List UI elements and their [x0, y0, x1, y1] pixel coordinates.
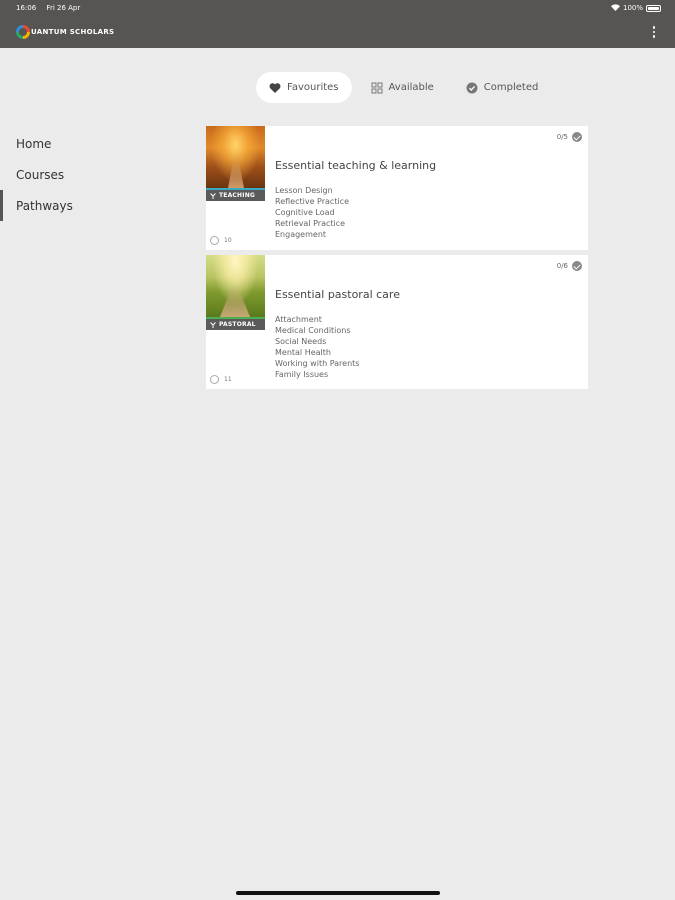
- pathway-progress: 0/5: [557, 132, 582, 142]
- grid-icon: [371, 82, 383, 93]
- pathway-card-pastoral[interactable]: PASTORAL 11 Essential pastoral care Atta…: [206, 255, 588, 389]
- topic-item: Engagement: [275, 230, 327, 239]
- heart-icon: [269, 82, 281, 93]
- pathway-topics: Lesson Design Reflective Practice Cognit…: [275, 185, 588, 240]
- pathway-tag: PASTORAL: [206, 317, 265, 330]
- pathway-image: [206, 126, 265, 188]
- sidebar-item-pathways[interactable]: Pathways: [0, 190, 140, 221]
- filter-label: Completed: [483, 82, 539, 93]
- pathway-details: Essential pastoral care Attachment Medic…: [265, 255, 588, 389]
- topic-item: Attachment: [275, 315, 322, 324]
- battery-icon: [646, 4, 661, 12]
- check-circle-icon: [466, 82, 478, 93]
- wifi-icon: [610, 3, 620, 13]
- home-indicator[interactable]: [236, 891, 440, 895]
- topic-item: Family Issues: [275, 370, 329, 379]
- brand-name: UANTUM SCHOLARS: [31, 28, 115, 36]
- pathway-icon: [210, 192, 216, 199]
- filter-available[interactable]: Available: [358, 72, 447, 103]
- progress-value: 0/5: [556, 133, 568, 141]
- pathway-thumbnail-column: PASTORAL 11: [206, 255, 265, 389]
- pathway-list: TEACHING 10 Essential teaching & learnin…: [206, 126, 588, 394]
- brand-logo[interactable]: UANTUM SCHOLARS: [16, 25, 114, 39]
- topic-item: Cognitive Load: [275, 208, 335, 217]
- sidebar-nav: Home Courses Pathways: [0, 128, 140, 221]
- pathway-topics: Attachment Medical Conditions Social Nee…: [275, 314, 588, 380]
- pathway-progress: 0/6: [557, 261, 582, 271]
- course-count-value: 10: [224, 237, 232, 244]
- pathway-thumbnail-column: TEACHING 10: [206, 126, 265, 250]
- pathway-icon: [210, 321, 216, 328]
- check-circle-icon: [572, 132, 582, 142]
- pathway-title: Essential pastoral care: [275, 288, 400, 301]
- app-bar: UANTUM SCHOLARS: [0, 16, 675, 48]
- pathway-image: [206, 255, 265, 317]
- topic-item: Reflective Practice: [275, 197, 349, 206]
- progress-value: 0/6: [556, 262, 568, 270]
- topic-item: Working with Parents: [275, 359, 360, 368]
- topic-item: Social Needs: [275, 337, 327, 346]
- check-circle-icon: [572, 261, 582, 271]
- course-count: 11: [210, 375, 232, 384]
- filter-label: Available: [388, 82, 434, 93]
- courses-ring-icon: [210, 375, 219, 384]
- sidebar-item-courses[interactable]: Courses: [0, 159, 140, 190]
- filter-completed[interactable]: Completed: [453, 72, 552, 103]
- pathway-card-teaching[interactable]: TEACHING 10 Essential teaching & learnin…: [206, 126, 588, 250]
- pathway-tag-label: PASTORAL: [219, 321, 256, 328]
- status-date: Fri 26 Apr: [46, 4, 81, 12]
- course-count: 10: [210, 236, 232, 245]
- courses-ring-icon: [210, 236, 219, 245]
- filter-label: Favourites: [287, 82, 339, 93]
- pathway-tag: TEACHING: [206, 188, 265, 201]
- topic-item: Mental Health: [275, 348, 331, 357]
- status-time: 16:06: [16, 4, 37, 12]
- pathway-details: Essential teaching & learning Lesson Des…: [265, 126, 588, 250]
- topic-item: Medical Conditions: [275, 326, 351, 335]
- battery-percent: 100%: [622, 4, 643, 12]
- pathway-tag-label: TEACHING: [219, 192, 256, 199]
- pathway-filter-tabs: Favourites Available Completed: [256, 72, 551, 103]
- status-bar: 16:06 Fri 26 Apr 100%: [0, 0, 675, 16]
- filter-favourites[interactable]: Favourites: [256, 72, 352, 103]
- course-count-value: 11: [224, 376, 232, 383]
- pathway-title: Essential teaching & learning: [275, 159, 437, 172]
- logo-icon: [16, 25, 30, 39]
- topic-item: Lesson Design: [275, 186, 333, 195]
- more-options-icon[interactable]: [649, 22, 660, 42]
- sidebar-item-home[interactable]: Home: [0, 128, 140, 159]
- topic-item: Retrieval Practice: [275, 219, 346, 228]
